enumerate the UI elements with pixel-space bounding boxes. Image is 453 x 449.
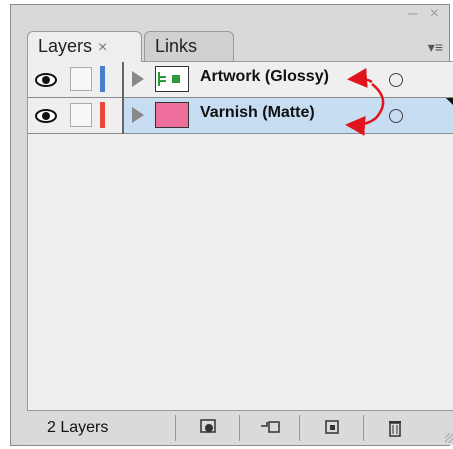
tab-layers[interactable]: Layers × [27, 31, 142, 62]
reorder-annotation-arrows [345, 67, 385, 136]
tab-layers-label: Layers [38, 36, 93, 56]
tab-close-icon[interactable]: × [98, 39, 107, 56]
